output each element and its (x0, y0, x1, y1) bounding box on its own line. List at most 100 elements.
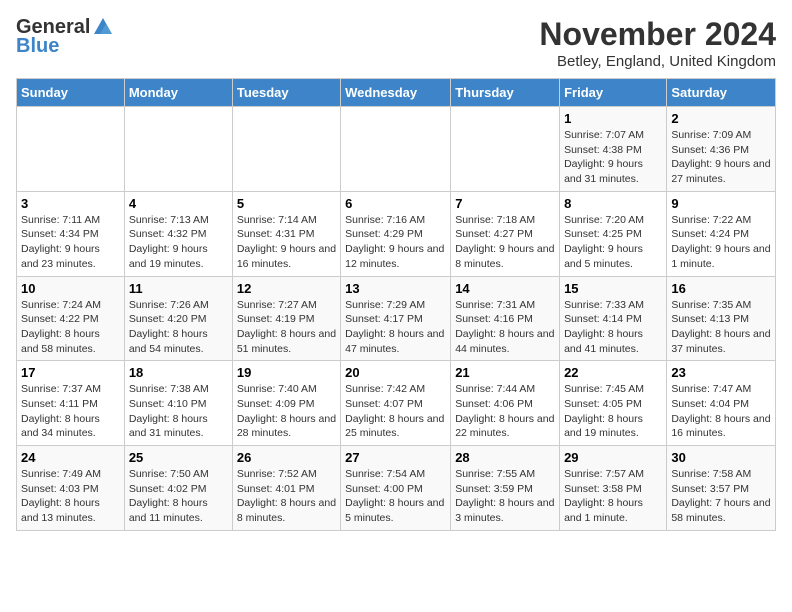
day-info: Sunrise: 7:18 AM Sunset: 4:27 PM Dayligh… (455, 213, 555, 272)
day-number: 30 (671, 450, 771, 465)
day-number: 23 (671, 365, 771, 380)
day-number: 7 (455, 196, 555, 211)
day-number: 26 (237, 450, 336, 465)
calendar-cell: 11 Sunrise: 7:26 AM Sunset: 4:20 PM Dayli… (124, 276, 232, 361)
calendar-week-row: 3 Sunrise: 7:11 AM Sunset: 4:34 PM Daylig… (17, 191, 776, 276)
calendar-cell: 16 Sunrise: 7:35 AM Sunset: 4:13 PM Dayli… (667, 276, 776, 361)
calendar-cell: 25Sunrise: 7:50 AM Sunset: 4:02 PM Dayli… (124, 446, 232, 531)
calendar-cell (232, 107, 340, 192)
day-number: 5 (237, 196, 336, 211)
calendar-cell (17, 107, 125, 192)
day-number: 13 (345, 281, 446, 296)
calendar-cell: 27Sunrise: 7:54 AM Sunset: 4:00 PM Dayli… (341, 446, 451, 531)
day-number: 10 (21, 281, 120, 296)
calendar-cell: 30 Sunrise: 7:58 AM Sunset: 3:57 PM Dayli… (667, 446, 776, 531)
day-info: Sunrise: 7:44 AM Sunset: 4:06 PM Dayligh… (455, 382, 555, 441)
calendar-cell: 17 Sunrise: 7:37 AM Sunset: 4:11 PM Dayli… (17, 361, 125, 446)
calendar-cell: 5Sunrise: 7:14 AM Sunset: 4:31 PM Daylig… (232, 191, 340, 276)
day-info: Sunrise: 7:45 AM Sunset: 4:05 PM Dayligh… (564, 382, 662, 441)
calendar-cell: 12 Sunrise: 7:27 AM Sunset: 4:19 PM Dayli… (232, 276, 340, 361)
day-info: Sunrise: 7:58 AM Sunset: 3:57 PM Dayligh… (671, 467, 771, 526)
day-number: 2 (671, 111, 771, 126)
day-info: Sunrise: 7:38 AM Sunset: 4:10 PM Dayligh… (129, 382, 228, 441)
calendar-cell: 9 Sunrise: 7:22 AM Sunset: 4:24 PM Daylig… (667, 191, 776, 276)
day-number: 11 (129, 281, 228, 296)
day-number: 28 (455, 450, 555, 465)
calendar-cell: 2 Sunrise: 7:09 AM Sunset: 4:36 PM Daylig… (667, 107, 776, 192)
day-info: Sunrise: 7:22 AM Sunset: 4:24 PM Dayligh… (671, 213, 771, 272)
day-info: Sunrise: 7:55 AM Sunset: 3:59 PM Dayligh… (455, 467, 555, 526)
day-info: Sunrise: 7:16 AM Sunset: 4:29 PM Dayligh… (345, 213, 446, 272)
day-number: 8 (564, 196, 662, 211)
day-number: 17 (21, 365, 120, 380)
month-title: November 2024 (539, 16, 776, 53)
day-number: 18 (129, 365, 228, 380)
day-info: Sunrise: 7:35 AM Sunset: 4:13 PM Dayligh… (671, 298, 771, 357)
day-info: Sunrise: 7:37 AM Sunset: 4:11 PM Dayligh… (21, 382, 120, 441)
day-info: Sunrise: 7:47 AM Sunset: 4:04 PM Dayligh… (671, 382, 771, 441)
day-info: Sunrise: 7:29 AM Sunset: 4:17 PM Dayligh… (345, 298, 446, 357)
day-number: 22 (564, 365, 662, 380)
day-number: 6 (345, 196, 446, 211)
logo: General Blue (16, 16, 114, 58)
calendar-cell: 4 Sunrise: 7:13 AM Sunset: 4:32 PM Daylig… (124, 191, 232, 276)
calendar-cell: 21 Sunrise: 7:44 AM Sunset: 4:06 PM Dayli… (451, 361, 560, 446)
calendar-cell: 26 Sunrise: 7:52 AM Sunset: 4:01 PM Dayli… (232, 446, 340, 531)
weekday-header-thursday: Thursday (451, 79, 560, 107)
day-number: 21 (455, 365, 555, 380)
day-number: 14 (455, 281, 555, 296)
weekday-header-friday: Friday (560, 79, 667, 107)
day-info: Sunrise: 7:27 AM Sunset: 4:19 PM Dayligh… (237, 298, 336, 357)
calendar-cell: 15Sunrise: 7:33 AM Sunset: 4:14 PM Dayli… (560, 276, 667, 361)
day-number: 24 (21, 450, 120, 465)
day-number: 15 (564, 281, 662, 296)
title-area: November 2024 Betley, England, United Ki… (539, 16, 776, 70)
header: General Blue November 2024 Betley, Engla… (16, 16, 776, 70)
day-number: 1 (564, 111, 662, 126)
day-number: 16 (671, 281, 771, 296)
day-info: Sunrise: 7:42 AM Sunset: 4:07 PM Dayligh… (345, 382, 446, 441)
calendar-week-row: 24 Sunrise: 7:49 AM Sunset: 4:03 PM Dayli… (17, 446, 776, 531)
day-number: 19 (237, 365, 336, 380)
day-info: Sunrise: 7:26 AM Sunset: 4:20 PM Dayligh… (129, 298, 228, 357)
logo-icon (92, 16, 114, 38)
calendar-week-row: 17 Sunrise: 7:37 AM Sunset: 4:11 PM Dayli… (17, 361, 776, 446)
day-info: Sunrise: 7:49 AM Sunset: 4:03 PM Dayligh… (21, 467, 120, 526)
day-info: Sunrise: 7:11 AM Sunset: 4:34 PM Dayligh… (21, 213, 120, 272)
weekday-header-sunday: Sunday (17, 79, 125, 107)
day-info: Sunrise: 7:54 AM Sunset: 4:00 PM Dayligh… (345, 467, 446, 526)
day-number: 3 (21, 196, 120, 211)
calendar-header-row: SundayMondayTuesdayWednesdayThursdayFrid… (17, 79, 776, 107)
calendar-cell: 29Sunrise: 7:57 AM Sunset: 3:58 PM Dayli… (560, 446, 667, 531)
logo-blue-text: Blue (16, 35, 59, 58)
calendar-week-row: 1 Sunrise: 7:07 AM Sunset: 4:38 PM Daylig… (17, 107, 776, 192)
weekday-header-saturday: Saturday (667, 79, 776, 107)
day-info: Sunrise: 7:31 AM Sunset: 4:16 PM Dayligh… (455, 298, 555, 357)
calendar-cell: 14 Sunrise: 7:31 AM Sunset: 4:16 PM Dayli… (451, 276, 560, 361)
day-info: Sunrise: 7:13 AM Sunset: 4:32 PM Dayligh… (129, 213, 228, 272)
calendar-cell: 6 Sunrise: 7:16 AM Sunset: 4:29 PM Daylig… (341, 191, 451, 276)
weekday-header-tuesday: Tuesday (232, 79, 340, 107)
calendar-cell (124, 107, 232, 192)
day-info: Sunrise: 7:52 AM Sunset: 4:01 PM Dayligh… (237, 467, 336, 526)
calendar-cell: 22 Sunrise: 7:45 AM Sunset: 4:05 PM Dayli… (560, 361, 667, 446)
calendar-week-row: 10 Sunrise: 7:24 AM Sunset: 4:22 PM Dayli… (17, 276, 776, 361)
calendar-cell: 1 Sunrise: 7:07 AM Sunset: 4:38 PM Daylig… (560, 107, 667, 192)
calendar-cell: 3 Sunrise: 7:11 AM Sunset: 4:34 PM Daylig… (17, 191, 125, 276)
day-number: 20 (345, 365, 446, 380)
calendar-cell (451, 107, 560, 192)
day-info: Sunrise: 7:24 AM Sunset: 4:22 PM Dayligh… (21, 298, 120, 357)
calendar-cell: 8 Sunrise: 7:20 AM Sunset: 4:25 PM Daylig… (560, 191, 667, 276)
day-info: Sunrise: 7:20 AM Sunset: 4:25 PM Dayligh… (564, 213, 662, 272)
day-number: 9 (671, 196, 771, 211)
calendar-cell: 19Sunrise: 7:40 AM Sunset: 4:09 PM Dayli… (232, 361, 340, 446)
weekday-header-wednesday: Wednesday (341, 79, 451, 107)
day-info: Sunrise: 7:09 AM Sunset: 4:36 PM Dayligh… (671, 128, 771, 187)
day-info: Sunrise: 7:07 AM Sunset: 4:38 PM Dayligh… (564, 128, 662, 187)
location: Betley, England, United Kingdom (539, 53, 776, 70)
calendar-cell: 13 Sunrise: 7:29 AM Sunset: 4:17 PM Dayli… (341, 276, 451, 361)
day-number: 29 (564, 450, 662, 465)
calendar-cell: 24 Sunrise: 7:49 AM Sunset: 4:03 PM Dayli… (17, 446, 125, 531)
day-number: 12 (237, 281, 336, 296)
day-number: 4 (129, 196, 228, 211)
